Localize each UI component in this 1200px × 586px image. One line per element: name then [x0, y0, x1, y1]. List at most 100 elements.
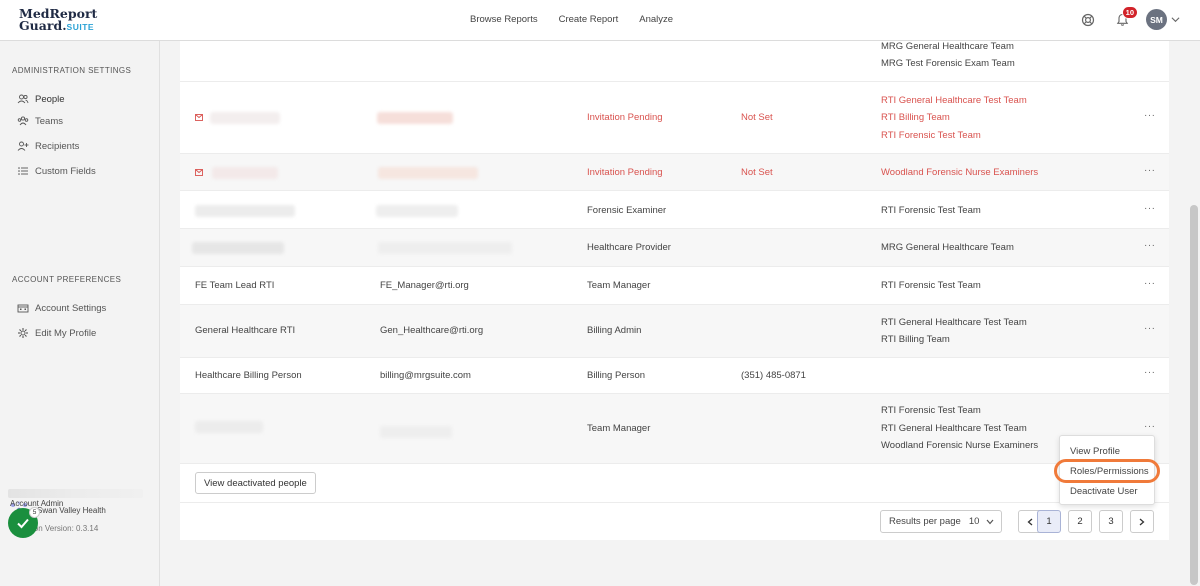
- person-name: Healthcare Billing Person: [195, 370, 302, 381]
- account-preferences-heading: ACCOUNT PREFERENCES: [12, 275, 122, 284]
- team-name: MRG General Healthcare Team: [881, 41, 1014, 52]
- mail-icon: [195, 169, 203, 176]
- recipients-icon: [17, 141, 29, 151]
- notifications-bell-icon[interactable]: 10: [1112, 5, 1138, 30]
- role: Forensic Examiner: [587, 205, 667, 216]
- teams-icon: [17, 116, 29, 126]
- team-name: RTI Forensic Test Team: [881, 280, 981, 291]
- notification-badge: 10: [1121, 5, 1138, 19]
- header-icons: 10 SM: [1078, 5, 1180, 30]
- top-bar: MedReport Guard.SUITE Browse Reports Cre…: [0, 0, 1200, 41]
- phone: (351) 485-0871: [741, 370, 806, 381]
- results-per-page-label: Results per page: [889, 516, 961, 527]
- table-row[interactable]: Invitation Pending Not Set Woodland Fore…: [180, 154, 1169, 191]
- sidebar-item-recipients[interactable]: Recipients: [17, 140, 79, 152]
- role: Billing Person: [587, 370, 646, 381]
- user-menu[interactable]: SM: [1146, 9, 1180, 30]
- team-name: RTI Forensic Test Team: [881, 405, 981, 416]
- results-per-page-value: 10: [968, 516, 980, 527]
- row-actions-button[interactable]: ···: [1144, 110, 1156, 121]
- redacted-email: [378, 242, 512, 254]
- sidebar-item-teams[interactable]: Teams: [17, 115, 63, 127]
- role-status: Invitation Pending: [587, 167, 663, 178]
- chevron-right-icon: [1139, 518, 1145, 525]
- redacted-name: [195, 205, 295, 217]
- next-page-button[interactable]: [1130, 510, 1154, 533]
- table-row[interactable]: Team Manager RTI Forensic Test Team RTI …: [180, 394, 1169, 464]
- row-actions-menu: View Profile Roles/Permissions Deactivat…: [1059, 435, 1155, 505]
- avatar[interactable]: SM: [1146, 9, 1167, 30]
- team-name: Woodland Forensic Nurse Examiners: [881, 167, 1039, 178]
- people-icon: [17, 94, 29, 104]
- table-row[interactable]: MRG General Healthcare Team MRG Test For…: [180, 41, 1169, 82]
- pagination-divider: [180, 502, 1169, 503]
- team-name: Woodland Forensic Nurse Examiners: [881, 440, 1039, 451]
- menu-item-roles-permissions[interactable]: Roles/Permissions: [1070, 466, 1149, 477]
- sidebar-item-edit-profile[interactable]: Edit My Profile: [17, 327, 96, 339]
- table-row[interactable]: Healthcare Provider MRG General Healthca…: [180, 229, 1169, 267]
- logo-line-2: Guard.SUITE: [19, 18, 95, 33]
- row-actions-button[interactable]: ···: [1144, 240, 1156, 251]
- redacted-name: [210, 112, 280, 124]
- team-name: RTI General Healthcare Test Team: [881, 423, 1027, 434]
- row-actions-button[interactable]: ···: [1144, 323, 1156, 334]
- nav-create-report[interactable]: Create Report: [559, 14, 619, 25]
- person-name: General Healthcare RTI: [195, 325, 296, 336]
- people-table-panel: MRG General Healthcare Team MRG Test For…: [180, 41, 1169, 540]
- building-icon: [17, 304, 29, 313]
- support-icon[interactable]: [1078, 10, 1098, 30]
- team-name: RTI Billing Team: [881, 334, 950, 345]
- menu-item-view-profile[interactable]: View Profile: [1070, 446, 1120, 457]
- role: Team Manager: [587, 280, 651, 291]
- role-status: Invitation Pending: [587, 112, 663, 123]
- main-nav: Browse Reports Create Report Analyze: [470, 14, 673, 25]
- mail-icon: [195, 114, 203, 121]
- chevron-down-icon: [986, 519, 994, 525]
- page-button-2[interactable]: 2: [1068, 510, 1092, 533]
- admin-settings-heading: ADMINISTRATION SETTINGS: [12, 66, 132, 75]
- table-row[interactable]: FE Team Lead RTI FE_Manager@rti.org Team…: [180, 267, 1169, 305]
- role: Billing Admin: [587, 325, 642, 336]
- redacted-email: [376, 205, 458, 217]
- row-actions-button[interactable]: ···: [1144, 367, 1156, 378]
- sidebar-item-people[interactable]: People: [17, 93, 65, 105]
- redacted-email: [377, 112, 453, 124]
- results-per-page-select[interactable]: Results per page 10: [880, 510, 1002, 533]
- person-email: FE_Manager@rti.org: [380, 280, 469, 291]
- team-name: RTI General Healthcare Test Team: [881, 95, 1027, 106]
- phone: Not Set: [741, 112, 773, 123]
- sidebar-item-custom-fields[interactable]: Custom Fields: [17, 165, 96, 177]
- list-icon: [18, 167, 28, 175]
- app-logo[interactable]: MedReport Guard.SUITE: [19, 7, 97, 33]
- row-actions-button[interactable]: ···: [1144, 203, 1156, 214]
- team-name: RTI Forensic Test Team: [881, 205, 981, 216]
- table-row[interactable]: Invitation Pending Not Set RTI General H…: [180, 82, 1169, 154]
- role: Team Manager: [587, 423, 651, 434]
- sidebar-item-account-settings[interactable]: Account Settings: [17, 302, 106, 314]
- team-name: RTI Forensic Test Team: [881, 130, 981, 141]
- row-actions-button[interactable]: ···: [1144, 165, 1156, 176]
- table-row[interactable]: Forensic Examiner RTI Forensic Test Team…: [180, 191, 1169, 229]
- redacted-name: [195, 421, 263, 433]
- view-deactivated-button[interactable]: View deactivated people: [195, 472, 316, 494]
- redacted-name: [192, 242, 284, 254]
- menu-item-deactivate-user[interactable]: Deactivate User: [1070, 486, 1138, 497]
- sidebar-item-label: Edit My Profile: [35, 327, 97, 339]
- row-actions-button[interactable]: ···: [1144, 421, 1156, 432]
- page-button-1[interactable]: 1: [1037, 510, 1061, 533]
- chevron-left-icon: [1027, 518, 1033, 525]
- team-name: MRG General Healthcare Team: [881, 242, 1014, 253]
- page-button-3[interactable]: 3: [1099, 510, 1123, 533]
- phone: Not Set: [741, 167, 773, 178]
- team-name: RTI General Healthcare Test Team: [881, 317, 1027, 328]
- row-actions-button[interactable]: ···: [1144, 278, 1156, 289]
- nav-analyze[interactable]: Analyze: [639, 14, 673, 25]
- sidebar-item-label: Custom Fields: [35, 165, 96, 177]
- task-count-badge: 5: [29, 507, 40, 518]
- team-name: MRG Test Forensic Exam Team: [881, 58, 1015, 69]
- nav-browse-reports[interactable]: Browse Reports: [470, 14, 538, 25]
- table-row[interactable]: General Healthcare RTI Gen_Healthcare@rt…: [180, 305, 1169, 358]
- table-row[interactable]: Healthcare Billing Person billing@mrgsui…: [180, 358, 1169, 394]
- scrollbar-thumb[interactable]: [1190, 205, 1198, 585]
- checkmark-icon: [17, 518, 29, 529]
